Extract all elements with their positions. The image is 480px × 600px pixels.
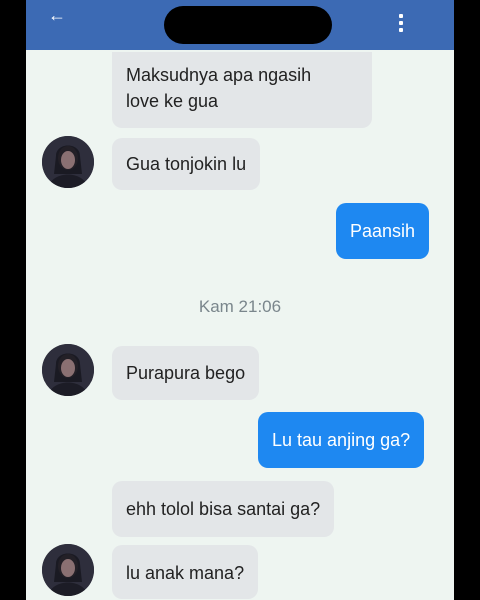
- arrow-left-icon[interactable]: ←: [48, 6, 66, 24]
- outgoing-message[interactable]: Lu tau anjing ga?: [258, 412, 425, 468]
- incoming-message[interactable]: ehh tolol bisa santai ga?: [112, 481, 335, 537]
- user-silhouette-icon: [42, 136, 94, 188]
- app-bar: ←: [26, 0, 454, 50]
- outgoing-message[interactable]: Paansih: [336, 203, 430, 259]
- user-silhouette-icon: [42, 344, 94, 396]
- redacted-contact-name: [164, 6, 332, 44]
- incoming-message[interactable]: Maksudnya apa ngasih love ke gua: [112, 52, 372, 128]
- message-timestamp: Kam 21:06: [198, 297, 282, 316]
- more-vertical-icon[interactable]: [398, 14, 404, 34]
- contact-avatar[interactable]: [42, 344, 94, 396]
- message-line: Maksudnya apa ngasih: [126, 65, 312, 85]
- contact-avatar[interactable]: [42, 544, 94, 596]
- incoming-message[interactable]: Gua tonjokin lu: [112, 138, 261, 190]
- incoming-message[interactable]: Purapura bego: [112, 346, 260, 400]
- user-silhouette-icon: [42, 544, 94, 596]
- chat-screen: ← Maksudnya apa ngasih love ke gua Gua t…: [26, 0, 454, 600]
- contact-avatar[interactable]: [42, 136, 94, 188]
- incoming-message[interactable]: lu anak mana?: [112, 545, 259, 599]
- message-line: love ke gua: [126, 91, 219, 111]
